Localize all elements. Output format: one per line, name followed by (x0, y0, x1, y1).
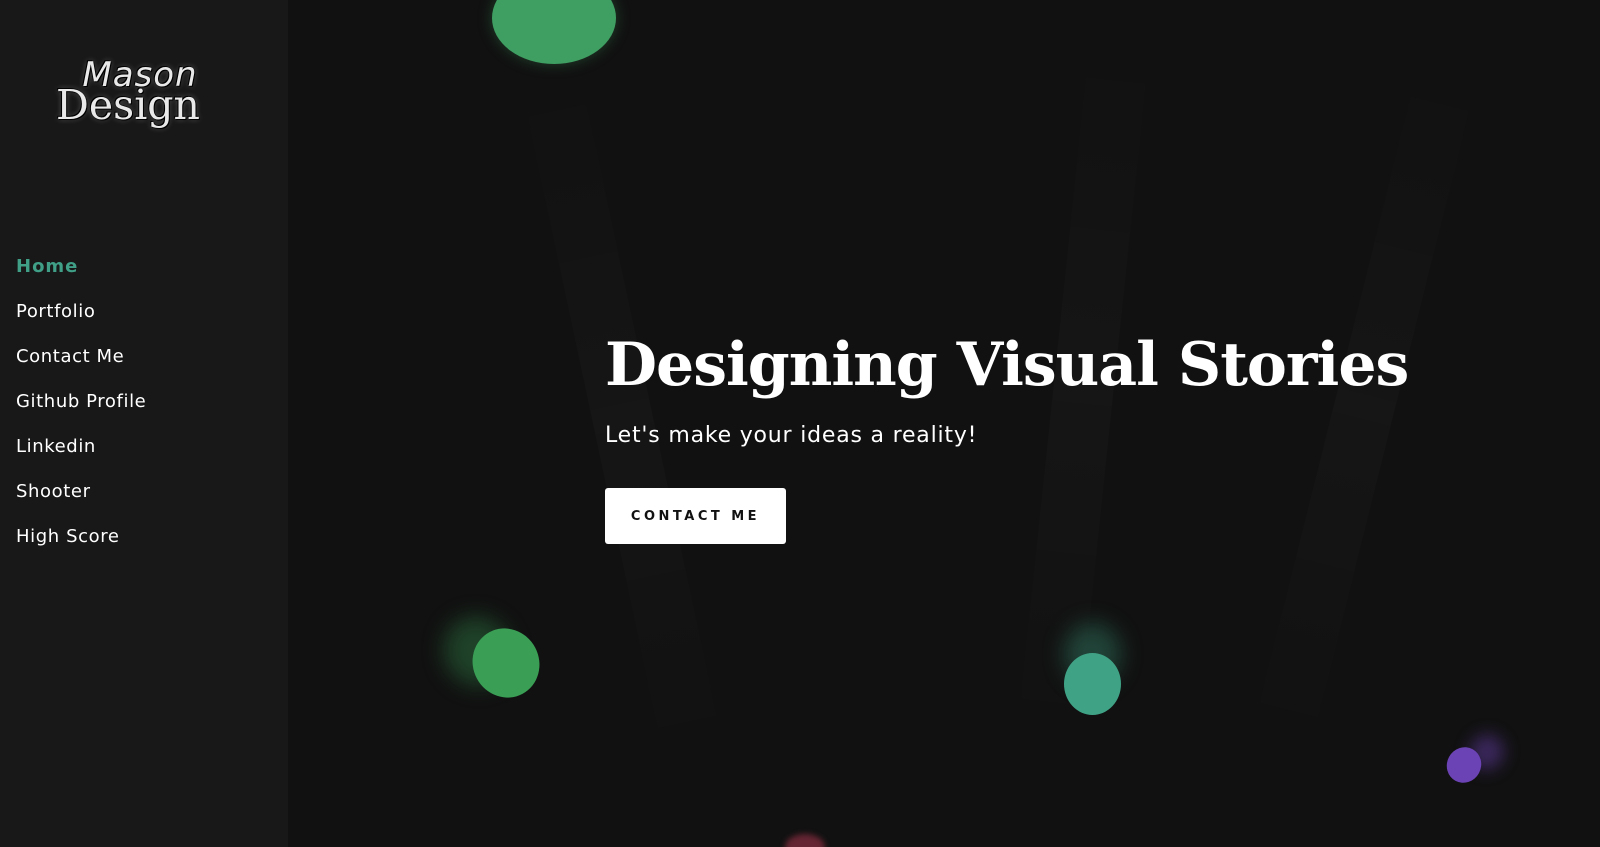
background-orb-purple (1440, 741, 1488, 789)
contact-me-button[interactable]: CONTACT ME (605, 488, 786, 544)
background-orb-green (460, 616, 552, 710)
nav-item-portfolio[interactable]: Portfolio (16, 300, 146, 345)
background-orb-green (492, 0, 616, 64)
hero-section: Designing Visual Stories Let's make your… (605, 330, 1409, 544)
sidebar: Mason Design Home Portfolio Contact Me G… (0, 0, 288, 847)
nav-item-home[interactable]: Home (16, 255, 146, 300)
hero-subtitle: Let's make your ideas a reality! (605, 423, 978, 448)
hero-title: Designing Visual Stories (605, 330, 1409, 400)
nav-item-contact-me[interactable]: Contact Me (16, 345, 146, 390)
nav-item-shooter[interactable]: Shooter (16, 480, 146, 525)
background-orb-red (785, 834, 825, 847)
logo-text-bottom: Design (56, 81, 200, 129)
background-orb-teal (1064, 653, 1121, 715)
nav-item-linkedin[interactable]: Linkedin (16, 435, 146, 480)
sidebar-nav: Home Portfolio Contact Me Github Profile… (16, 255, 146, 570)
nav-item-high-score[interactable]: High Score (16, 525, 146, 570)
site-logo[interactable]: Mason Design (48, 58, 208, 140)
nav-item-github-profile[interactable]: Github Profile (16, 390, 146, 435)
